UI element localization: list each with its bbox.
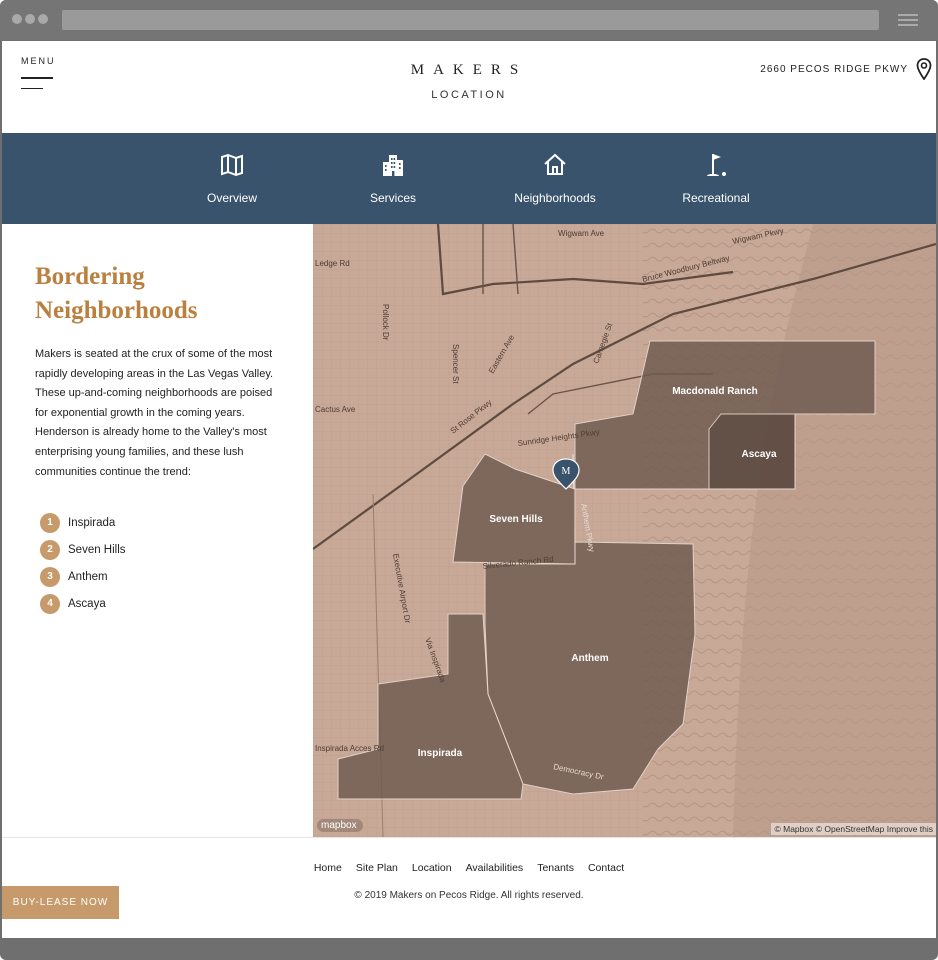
browser-frame: MENU MAKERS LOCATION 2660 PECOS RIDGE PK… [0, 0, 938, 960]
tab-label: Recreational [682, 191, 750, 205]
tab-recreational[interactable]: Recreational [656, 133, 776, 224]
footer-link-availabilities[interactable]: Availabilities [466, 862, 524, 874]
neighborhood-map[interactable]: Macdonald Ranch Ascaya Seven Hills Anthe… [313, 224, 936, 837]
region-label: Macdonald Ranch [672, 386, 758, 397]
section-description: Makers is seated at the crux of some of … [35, 348, 274, 478]
neighborhood-name: Ascaya [68, 597, 106, 610]
street-label: Ledge Rd [315, 259, 350, 268]
neighborhood-name: Anthem [68, 570, 108, 583]
buy-lease-button[interactable]: BUY-LEASE NOW [2, 886, 119, 919]
list-item[interactable]: 4 Ascaya [40, 590, 126, 617]
tab-label: Overview [206, 191, 257, 205]
copyright-text: © 2019 Makers on Pecos Ridge. All rights… [354, 890, 584, 901]
number-badge: 3 [40, 566, 60, 587]
number-badge: 2 [40, 539, 60, 560]
footer-link-site-plan[interactable]: Site Plan [356, 862, 398, 874]
tab-label: Neighborhoods [514, 191, 596, 205]
site-footer: Home Site Plan Location Availabilities T… [2, 837, 936, 938]
footer-link-location[interactable]: Location [412, 862, 452, 874]
neighborhoods-panel: Bordering Neighborhoods Makers is seated… [2, 224, 313, 837]
tab-neighborhoods[interactable]: Neighborhoods [495, 133, 615, 224]
street-label: Cactus Ave [315, 405, 356, 414]
page-viewport: MENU MAKERS LOCATION 2660 PECOS RIDGE PK… [2, 41, 936, 938]
site-header: MENU MAKERS LOCATION 2660 PECOS RIDGE PK… [2, 41, 936, 133]
map-icon [221, 153, 243, 177]
browser-chrome [0, 0, 938, 40]
region-label: Anthem [571, 653, 608, 664]
map-attribution[interactable]: © Mapbox © OpenStreetMap Improve this [771, 823, 936, 835]
list-item[interactable]: 3 Anthem [40, 563, 126, 590]
mapbox-logo[interactable]: mapbox [317, 819, 363, 832]
neighborhood-name: Seven Hills [68, 543, 126, 556]
window-controls [12, 14, 48, 24]
map-canvas[interactable]: Macdonald Ranch Ascaya Seven Hills Anthe… [313, 224, 936, 837]
address-bar[interactable] [62, 10, 879, 30]
list-item[interactable]: 1 Inspirada [40, 509, 126, 536]
tab-overview[interactable]: Overview [172, 133, 292, 224]
street-label: Wigwam Ave [558, 229, 605, 238]
tab-services[interactable]: Services [333, 133, 453, 224]
footer-link-contact[interactable]: Contact [588, 862, 624, 874]
building-icon [383, 155, 403, 176]
window-dot[interactable] [38, 14, 48, 24]
golf-flag-icon [707, 154, 726, 176]
street-label: Spencer St [451, 344, 460, 384]
neighborhood-name: Inspirada [68, 516, 116, 529]
window-dot[interactable] [12, 14, 22, 24]
region-label: Seven Hills [489, 514, 543, 525]
region-label: Inspirada [418, 748, 463, 759]
section-nav: Overview Services Neighborhoods Recreati… [2, 133, 936, 224]
footer-nav: Home Site Plan Location Availabilities T… [2, 862, 936, 874]
section-heading: Bordering Neighborhoods [35, 263, 198, 324]
footer-link-home[interactable]: Home [314, 862, 342, 874]
browser-menu-icon[interactable] [898, 14, 918, 26]
street-label: Pollock Dr [381, 304, 390, 341]
location-pin-icon[interactable] [916, 58, 932, 80]
number-badge: 1 [40, 512, 60, 533]
list-item[interactable]: 2 Seven Hills [40, 536, 126, 563]
window-dot[interactable] [25, 14, 35, 24]
tab-label: Services [369, 191, 416, 205]
home-icon [544, 153, 566, 175]
region-label: Ascaya [741, 449, 776, 460]
neighborhood-list: 1 Inspirada 2 Seven Hills 3 Anthem 4 Asc… [40, 509, 126, 617]
address-link[interactable]: 2660 PECOS RIDGE PKWY [760, 64, 908, 75]
page-subtitle: LOCATION [431, 89, 507, 101]
footer-link-tenants[interactable]: Tenants [537, 862, 574, 874]
marker-label: M [562, 466, 571, 477]
number-badge: 4 [40, 593, 60, 614]
street-label: Inspirada Acces Rd [315, 744, 384, 753]
